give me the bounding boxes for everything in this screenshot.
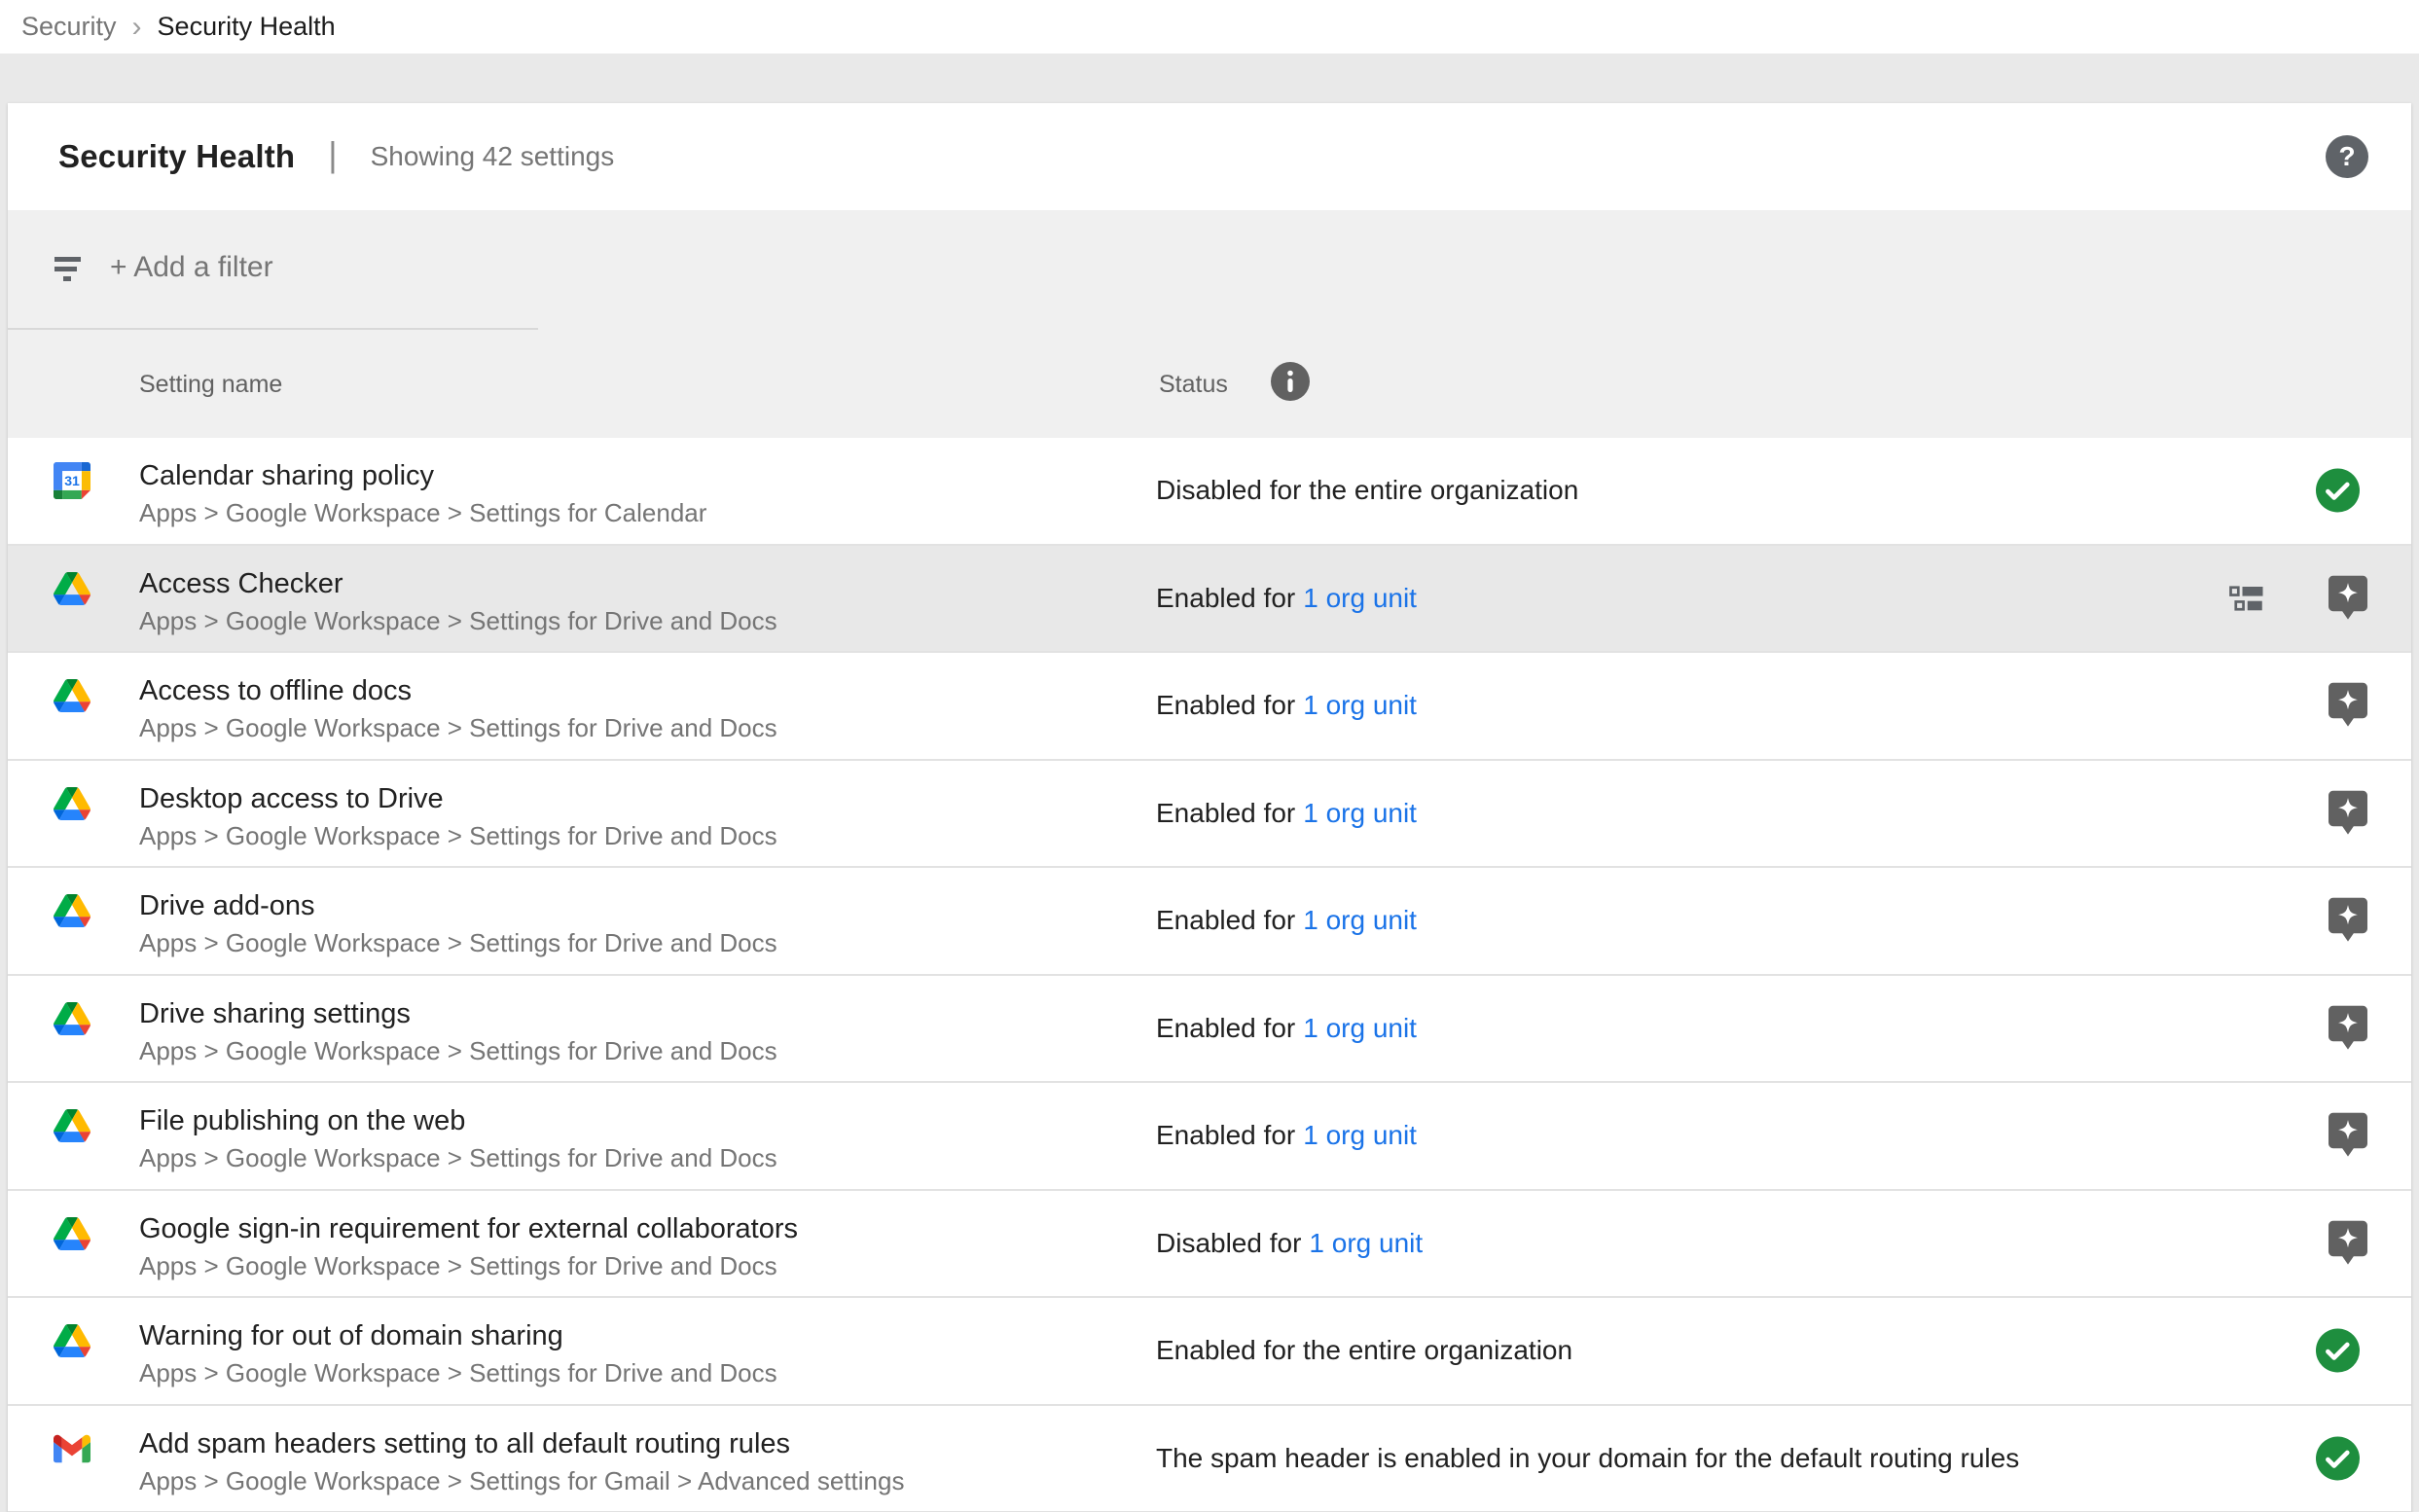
setting-title: Access Checker <box>139 565 777 603</box>
table-row[interactable]: Drive add-ons Apps > Google Workspace > … <box>8 868 2411 976</box>
setting-title: Desktop access to Drive <box>139 780 777 818</box>
setting-path: Apps > Google Workspace > Settings for D… <box>139 1355 777 1390</box>
title-divider: | <box>328 134 337 175</box>
org-unit-link[interactable]: 1 org unit <box>1303 905 1417 935</box>
setting-title: Access to offline docs <box>139 672 777 710</box>
table-row[interactable]: Add spam headers setting to all default … <box>8 1406 2411 1512</box>
card-header: Security Health | Showing 42 settings ? <box>8 103 2411 210</box>
setting-status: Enabled for 1 org unit <box>1156 1120 1417 1151</box>
setting-title: Add spam headers setting to all default … <box>139 1425 904 1463</box>
org-unit-link[interactable]: 1 org unit <box>1309 1228 1423 1258</box>
table-row[interactable]: Drive sharing settings Apps > Google Wor… <box>8 976 2411 1084</box>
status-text: Disabled for the entire organization <box>1156 475 1578 505</box>
table-row[interactable]: Warning for out of domain sharing Apps >… <box>8 1298 2411 1406</box>
setting-status: Disabled for 1 org unit <box>1156 1228 1423 1259</box>
org-unit-link[interactable]: 1 org unit <box>1303 1120 1417 1150</box>
page-title: Security Health <box>58 138 295 175</box>
setting-path: Apps > Google Workspace > Settings for D… <box>139 1140 777 1175</box>
drive-app-icon <box>54 570 90 607</box>
status-text: Disabled for <box>1156 1228 1301 1258</box>
setting-status: Enabled for 1 org unit <box>1156 583 1417 614</box>
status-text: Enabled for <box>1156 905 1295 935</box>
drive-app-icon <box>54 1107 90 1144</box>
org-unit-link[interactable]: 1 org unit <box>1303 798 1417 828</box>
org-unit-link[interactable]: 1 org unit <box>1303 583 1417 613</box>
drive-app-icon <box>54 1322 90 1359</box>
setting-path: Apps > Google Workspace > Settings for G… <box>139 1463 904 1498</box>
setting-title: Calendar sharing policy <box>139 457 706 495</box>
column-header-status: Status <box>1159 371 1228 399</box>
drive-app-icon <box>54 1215 90 1252</box>
breadcrumb-separator-icon: › <box>132 14 142 40</box>
drive-app-icon <box>54 892 90 929</box>
help-icon[interactable]: ? <box>2326 135 2368 178</box>
filter-icon <box>54 257 81 286</box>
recommendation-badge-icon[interactable] <box>2329 898 2367 942</box>
status-text: Enabled for <box>1156 1013 1295 1043</box>
setting-status: Enabled for 1 org unit <box>1156 690 1417 721</box>
table-row[interactable]: 31 Calendar sharing policy Apps > Google… <box>8 438 2411 546</box>
status-ok-check-icon <box>2316 469 2360 513</box>
table-row[interactable]: Access Checker Apps > Google Workspace >… <box>8 546 2411 654</box>
status-text: Enabled for <box>1156 1120 1295 1150</box>
recommendation-badge-icon[interactable] <box>2329 1220 2367 1264</box>
status-text: Enabled for <box>1156 798 1295 828</box>
setting-path: Apps > Google Workspace > Settings for D… <box>139 818 777 853</box>
settings-count: Showing 42 settings <box>371 141 615 172</box>
drive-app-icon <box>54 785 90 822</box>
org-unit-link[interactable]: 1 org unit <box>1303 690 1417 720</box>
table-column-headers: Setting name Status <box>8 330 2411 438</box>
table-row[interactable]: Google sign-in requirement for external … <box>8 1191 2411 1299</box>
filter-and-columns-band: + Add a filter Setting name Status <box>8 210 2411 438</box>
column-header-setting-name: Setting name <box>139 371 282 399</box>
gmail-app-icon <box>54 1430 90 1467</box>
recommendation-badge-icon[interactable] <box>2329 575 2367 619</box>
setting-status: Enabled for 1 org unit <box>1156 798 1417 829</box>
setting-status: Enabled for 1 org unit <box>1156 1013 1417 1044</box>
setting-title: Warning for out of domain sharing <box>139 1317 777 1355</box>
setting-status: Disabled for the entire organization <box>1156 475 1578 506</box>
setting-path: Apps > Google Workspace > Settings for D… <box>139 925 777 960</box>
table-row[interactable]: Access to offline docs Apps > Google Wor… <box>8 653 2411 761</box>
recommendation-badge-icon[interactable] <box>2329 1113 2367 1157</box>
svg-text:31: 31 <box>64 473 80 488</box>
table-row[interactable]: File publishing on the web Apps > Google… <box>8 1083 2411 1191</box>
breadcrumb-current: Security Health <box>158 12 336 42</box>
breadcrumb: Security › Security Health <box>0 0 2419 54</box>
calendar-app-icon: 31 <box>54 462 90 499</box>
setting-title: Drive sharing settings <box>139 995 777 1033</box>
drive-app-icon <box>54 677 90 714</box>
setting-status: The spam header is enabled in your domai… <box>1156 1443 2019 1474</box>
setting-path: Apps > Google Workspace > Settings for C… <box>139 495 706 530</box>
org-units-icon <box>2229 584 2264 613</box>
setting-title: Google sign-in requirement for external … <box>139 1210 798 1248</box>
setting-path: Apps > Google Workspace > Settings for D… <box>139 603 777 638</box>
setting-title: Drive add-ons <box>139 887 777 925</box>
status-info-icon[interactable] <box>1271 362 1310 401</box>
add-filter-control[interactable]: + Add a filter <box>8 210 2411 328</box>
setting-path: Apps > Google Workspace > Settings for D… <box>139 710 777 745</box>
setting-path: Apps > Google Workspace > Settings for D… <box>139 1248 798 1283</box>
status-text: Enabled for the entire organization <box>1156 1335 1572 1365</box>
table-row[interactable]: Desktop access to Drive Apps > Google Wo… <box>8 761 2411 869</box>
status-text: Enabled for <box>1156 583 1295 613</box>
status-ok-check-icon <box>2316 1436 2360 1480</box>
security-health-card: Security Health | Showing 42 settings ? … <box>8 103 2411 1512</box>
recommendation-badge-icon[interactable] <box>2329 683 2367 727</box>
status-text: The spam header is enabled in your domai… <box>1156 1443 2019 1473</box>
drive-app-icon <box>54 1000 90 1037</box>
setting-status: Enabled for the entire organization <box>1156 1335 1572 1366</box>
setting-title: File publishing on the web <box>139 1102 777 1140</box>
recommendation-badge-icon[interactable] <box>2329 790 2367 834</box>
recommendation-badge-icon[interactable] <box>2329 1005 2367 1049</box>
settings-table-body: 31 Calendar sharing policy Apps > Google… <box>8 438 2411 1512</box>
org-unit-link[interactable]: 1 org unit <box>1303 1013 1417 1043</box>
status-text: Enabled for <box>1156 690 1295 720</box>
setting-status: Enabled for 1 org unit <box>1156 905 1417 936</box>
add-filter-label: + Add a filter <box>110 251 273 284</box>
breadcrumb-parent-link[interactable]: Security <box>21 12 117 42</box>
status-ok-check-icon <box>2316 1329 2360 1373</box>
setting-path: Apps > Google Workspace > Settings for D… <box>139 1033 777 1068</box>
